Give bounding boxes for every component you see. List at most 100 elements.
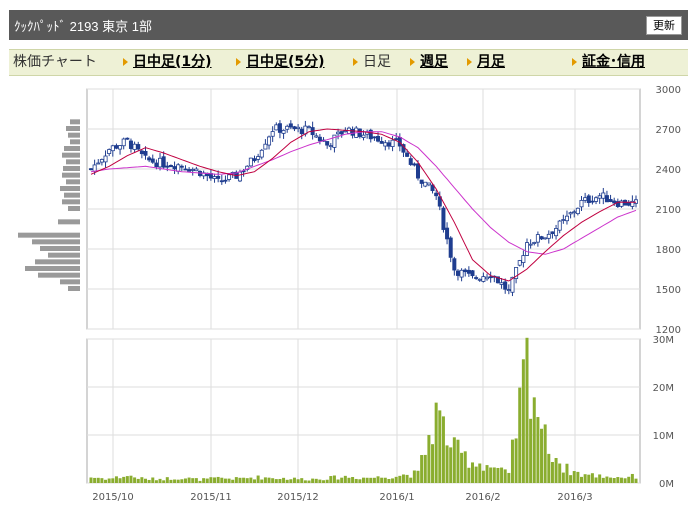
volume-bar (434, 402, 438, 483)
candle-body (499, 282, 504, 285)
volume-bar (463, 451, 467, 483)
volume-bar (118, 478, 122, 483)
candle-body (408, 158, 413, 165)
stock-chart: 3000270024002100180015001200 30M20M10M0M… (18, 85, 681, 503)
candle-body (426, 182, 431, 186)
candle-body (564, 215, 569, 222)
price-tick-label: 2100 (656, 205, 681, 216)
candle-body (172, 166, 177, 170)
volume-bar (242, 477, 246, 483)
volume-bar (354, 478, 358, 483)
candle-body (339, 131, 344, 135)
candle-body (539, 236, 544, 240)
candle-body (608, 199, 613, 203)
volume-bar (532, 397, 536, 483)
candle-body (535, 234, 540, 243)
volume-profile-bar (70, 139, 80, 145)
candle-body (550, 231, 555, 235)
volume-bar (376, 476, 380, 483)
volume-bar (438, 410, 442, 483)
volume-bar (561, 472, 565, 483)
volume-profile-bar (63, 166, 80, 171)
candle-body (274, 124, 279, 131)
volume-bar (325, 479, 329, 483)
volume-bar (423, 454, 427, 483)
volume-bar (111, 478, 115, 483)
volume-bar (194, 478, 198, 483)
volume-bar (205, 478, 209, 483)
candle-body (136, 144, 141, 150)
volume-bar (274, 479, 278, 483)
volume-profile-bar (68, 132, 80, 138)
volume-bar (362, 477, 365, 483)
candle-body (554, 228, 559, 237)
volume-bar (173, 479, 177, 483)
volume-bar (107, 478, 111, 483)
volume-bar (358, 479, 362, 483)
candle-body (179, 165, 184, 168)
volume-bar (540, 428, 544, 483)
volume-bar (580, 476, 583, 483)
candle-body (434, 192, 439, 197)
candle-body (285, 125, 290, 130)
candle-body (423, 181, 428, 187)
candle-body (176, 164, 181, 172)
volume-profile-bar (64, 146, 80, 151)
volume-bar (427, 435, 431, 483)
volume-bar (554, 457, 558, 483)
candle-body (448, 237, 453, 258)
candle-body (216, 175, 221, 179)
volume-bar (576, 471, 580, 483)
candle-body (390, 139, 395, 147)
candle-body (92, 164, 97, 172)
volume-bar (180, 479, 184, 483)
candle-body (481, 276, 486, 282)
volume-bar (209, 477, 213, 483)
month-label: 2016/2 (465, 492, 500, 503)
volume-profile-bar (18, 232, 80, 238)
candle-body (248, 157, 253, 167)
volume-bar (133, 477, 137, 483)
volume-bar (372, 477, 376, 483)
candle-body (190, 169, 195, 171)
volume-bar (351, 477, 355, 483)
price-tick-label: 2400 (656, 165, 681, 176)
candle-body (306, 126, 311, 129)
candle-body (561, 219, 566, 221)
volume-profile-bar (66, 179, 80, 185)
volume-bar (536, 417, 540, 483)
volume-profile-bar (70, 119, 80, 125)
month-label: 2015/12 (277, 492, 319, 503)
volume-bar (398, 475, 402, 483)
candle-body (259, 149, 264, 158)
volume-bar (627, 476, 631, 483)
volume-profile-bar (40, 246, 80, 251)
volume-bar (216, 476, 220, 483)
candle-body (466, 269, 471, 274)
volume-bar (125, 476, 129, 483)
candle-body (194, 168, 199, 172)
candle-body (150, 158, 155, 163)
volume-bar (630, 473, 634, 483)
volume-bar (572, 471, 576, 483)
volume-bar (550, 462, 554, 483)
volume-tick-label: 30M (653, 335, 674, 346)
candle-body (99, 159, 104, 163)
candle-body (583, 197, 588, 201)
volume-bar (267, 477, 271, 483)
volume-bar (322, 480, 326, 483)
volume-bar (623, 478, 627, 483)
volume-bar (441, 416, 445, 483)
volume-profile-bar (66, 159, 80, 165)
candle-body (575, 207, 580, 215)
candle-body (503, 281, 508, 290)
volume-bar (590, 473, 594, 483)
candle-body (405, 152, 410, 157)
candle-body (314, 135, 319, 138)
volume-bar (140, 477, 144, 483)
volume-bar (169, 479, 173, 483)
volume-bar (547, 453, 551, 483)
volume-profile-bar (60, 186, 80, 191)
volume-bar (492, 467, 496, 483)
candle-body (470, 270, 475, 277)
